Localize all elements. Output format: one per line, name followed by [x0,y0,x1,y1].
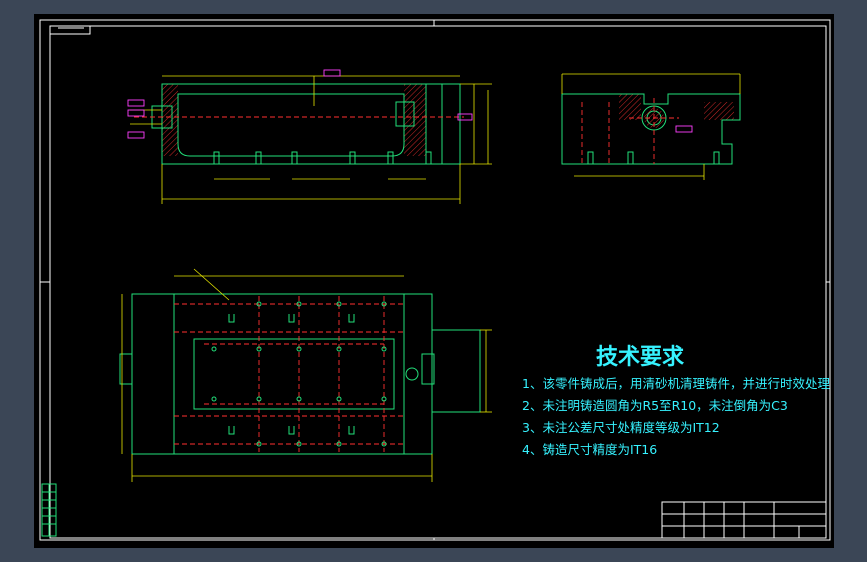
side-view [561,73,741,180]
title-block [384,501,827,539]
tech-requirement-1: 1、该零件铸成后，用清砂机清理铸件，并进行时效处理 [522,376,830,391]
front-view [127,69,492,204]
left-revision-strip [41,483,57,537]
tech-requirement-4: 4、铸造尺寸精度为IT16 [522,442,657,457]
outer-frame [39,19,831,541]
tech-requirement-2: 2、未注明铸造圆角为R5至R10，未注倒角为C3 [522,398,788,413]
tech-requirement-3: 3、未注公差尺寸处精度等级为IT12 [522,420,720,435]
tech-requirements-title: 技术要求 [596,345,684,370]
plan-view [119,268,492,482]
technical-requirements: 技术要求 1、该零件铸成后，用清砂机清理铸件，并进行时效处理 2、未注明铸造圆角… [522,345,830,457]
cad-drawing: 技术要求 1、该零件铸成后，用清砂机清理铸件，并进行时效处理 2、未注明铸造圆角… [39,19,831,541]
drawing-viewport[interactable]: 技术要求 1、该零件铸成后，用清砂机清理铸件，并进行时效处理 2、未注明铸造圆角… [34,14,834,548]
